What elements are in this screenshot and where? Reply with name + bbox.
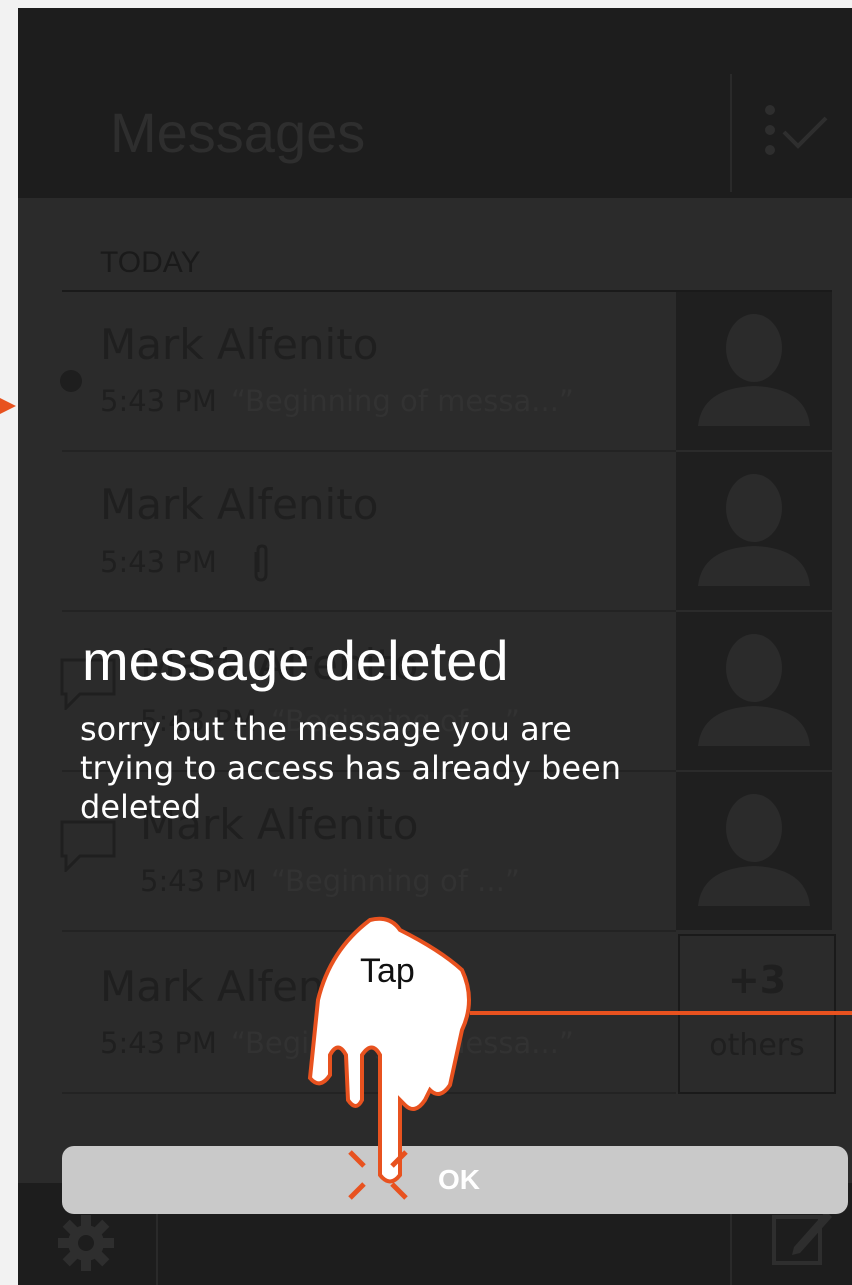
message-time: 5:43 PM <box>140 864 257 898</box>
ok-button[interactable]: OK <box>62 1146 848 1214</box>
page-title: Messages <box>110 101 366 164</box>
avatar <box>676 612 832 772</box>
header-divider <box>730 74 732 192</box>
message-row[interactable]: Mark Alfenito 5:43 PM <box>62 452 676 612</box>
dialog-title: message deleted <box>82 629 509 692</box>
message-meta: 5:43 PM <box>100 544 272 584</box>
arrow-left-icon <box>0 398 16 414</box>
tap-label: Tap <box>360 952 415 990</box>
message-meta: 5:43 PM “Beginning of ...” <box>140 864 520 898</box>
person-icon <box>698 474 810 586</box>
avatar <box>676 772 832 932</box>
message-row[interactable]: Mark Alfenito 5:43 PM “Beginning of messa… <box>62 292 676 452</box>
message-preview: “Beginning of messa...” <box>230 384 574 418</box>
others-count: +3 <box>727 958 787 1002</box>
message-meta: 5:43 PM “Beginning of messa...” <box>100 1026 574 1060</box>
dialog-message: sorry but the message you are trying to … <box>80 710 621 826</box>
others-count-badge[interactable]: +3 others <box>678 934 836 1094</box>
sender-name: Mark Alfenito <box>100 480 379 529</box>
avatar <box>676 292 832 452</box>
avatar <box>676 452 832 612</box>
sender-name: Mark Alfenito <box>100 962 379 1011</box>
sender-name: Mark Alfenito <box>100 320 379 369</box>
person-icon <box>698 794 810 906</box>
message-time: 5:43 PM <box>100 1026 217 1060</box>
person-icon <box>698 634 810 746</box>
message-preview: “Beginning of ...” <box>270 864 520 898</box>
others-label: others <box>709 1028 805 1063</box>
paperclip-icon <box>254 544 268 582</box>
person-icon <box>698 314 810 426</box>
ok-button-label: OK <box>438 1164 480 1195</box>
message-preview: “Beginning of messa...” <box>230 1026 574 1060</box>
select-check-icon[interactable] <box>760 100 832 160</box>
section-label: TODAY <box>100 246 201 279</box>
message-time: 5:43 PM <box>100 545 217 579</box>
app-header: Messages <box>18 8 852 198</box>
gear-icon[interactable] <box>54 1211 118 1275</box>
message-time: 5:43 PM <box>100 384 217 418</box>
message-meta: 5:43 PM “Beginning of messa...” <box>100 384 574 418</box>
